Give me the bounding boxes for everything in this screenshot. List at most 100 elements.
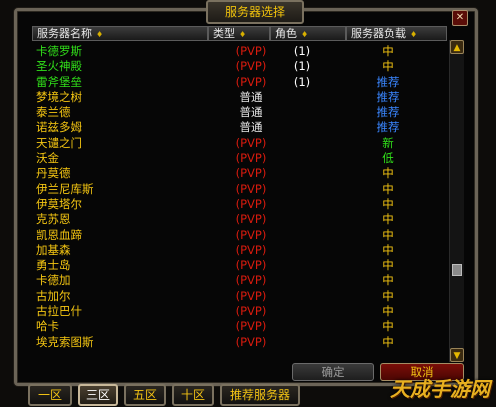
table-row[interactable]: 埃克索图斯 (PVP) 中 bbox=[34, 335, 444, 350]
server-type: 普通 bbox=[239, 89, 263, 104]
table-row[interactable]: 加基森 (PVP) 中 bbox=[34, 243, 444, 258]
server-load: 新 bbox=[382, 135, 394, 150]
sort-icon: ♦ bbox=[239, 30, 247, 39]
watermark-logo: 天成手游网 bbox=[390, 377, 490, 401]
table-row[interactable]: 沃金 (PVP) 低 bbox=[34, 151, 444, 166]
table-row[interactable]: 古加尔 (PVP) 中 bbox=[34, 289, 444, 304]
table-row[interactable]: 雷斧堡垒 (PVP) (1) 推荐 bbox=[34, 75, 444, 90]
server-name: 梦境之树 bbox=[36, 89, 82, 104]
server-load: 中 bbox=[382, 227, 394, 242]
server-type: (PVP) bbox=[235, 319, 267, 334]
server-load: 中 bbox=[382, 196, 394, 211]
server-name: 克苏恩 bbox=[36, 212, 71, 227]
table-row[interactable]: 天谴之门 (PVP) 新 bbox=[34, 136, 444, 151]
column-header-name[interactable]: 服务器名称 ♦ bbox=[32, 26, 208, 41]
server-load: 推荐 bbox=[376, 74, 400, 89]
server-name: 古加尔 bbox=[36, 288, 71, 303]
table-row[interactable]: 伊兰尼库斯 (PVP) 中 bbox=[34, 182, 444, 197]
server-name: 勇士岛 bbox=[36, 258, 71, 273]
server-type: (PVP) bbox=[235, 334, 267, 349]
server-name: 卡德加 bbox=[36, 273, 71, 288]
column-header-type[interactable]: 类型 ♦ bbox=[208, 26, 270, 41]
table-row[interactable]: 圣火神殿 (PVP) (1) 中 bbox=[34, 59, 444, 74]
tab-recommended-servers[interactable]: 推荐服务器 bbox=[220, 384, 300, 406]
server-load: 推荐 bbox=[376, 105, 400, 120]
server-type: (PVP) bbox=[235, 258, 267, 273]
server-name: 天谴之门 bbox=[36, 135, 82, 150]
scroll-up-icon[interactable]: ▲ bbox=[450, 40, 464, 54]
server-name: 卡德罗斯 bbox=[36, 44, 82, 58]
close-icon[interactable]: ✕ bbox=[452, 10, 468, 26]
server-load: 推荐 bbox=[376, 89, 400, 104]
server-name: 沃金 bbox=[36, 151, 59, 166]
server-name: 埃克索图斯 bbox=[36, 334, 94, 349]
column-header-character[interactable]: 角色 ♦ bbox=[270, 26, 346, 41]
column-header-row: 服务器名称 ♦ 类型 ♦ 角色 ♦ 服务器负载 ♦ bbox=[32, 26, 447, 41]
table-row[interactable]: 古拉巴什 (PVP) 中 bbox=[34, 304, 444, 319]
server-load: 中 bbox=[382, 212, 394, 227]
column-header-load[interactable]: 服务器负载 ♦ bbox=[346, 26, 447, 41]
table-row[interactable]: 诺兹多姆 普通 推荐 bbox=[34, 120, 444, 135]
server-name: 雷斧堡垒 bbox=[36, 74, 82, 89]
server-name: 凯恩血蹄 bbox=[36, 227, 82, 242]
character-count: (1) bbox=[293, 44, 311, 58]
tab-zone-1[interactable]: 一区 bbox=[28, 384, 72, 406]
scrollbar[interactable]: ▲ ▼ bbox=[449, 40, 464, 362]
server-load: 中 bbox=[382, 304, 394, 319]
table-row[interactable]: 伊莫塔尔 (PVP) 中 bbox=[34, 197, 444, 212]
server-type: (PVP) bbox=[235, 273, 267, 288]
table-row[interactable]: 梦境之树 普通 推荐 bbox=[34, 90, 444, 105]
table-row[interactable]: 凯恩血蹄 (PVP) 中 bbox=[34, 228, 444, 243]
table-row[interactable]: 哈卡 (PVP) 中 bbox=[34, 319, 444, 334]
server-type: (PVP) bbox=[235, 212, 267, 227]
server-type: (PVP) bbox=[235, 242, 267, 257]
server-name: 加基森 bbox=[36, 242, 71, 257]
server-name: 伊兰尼库斯 bbox=[36, 181, 94, 196]
confirm-button[interactable]: 确定 bbox=[292, 363, 374, 381]
column-header-character-label: 角色 bbox=[275, 27, 297, 40]
server-name: 哈卡 bbox=[36, 319, 59, 334]
server-type: (PVP) bbox=[235, 135, 267, 150]
table-row[interactable]: 卡德加 (PVP) 中 bbox=[34, 273, 444, 288]
column-header-name-label: 服务器名称 bbox=[37, 27, 92, 40]
sort-icon: ♦ bbox=[301, 30, 309, 39]
server-load: 中 bbox=[382, 273, 394, 288]
server-load: 中 bbox=[382, 181, 394, 196]
table-row[interactable]: 勇士岛 (PVP) 中 bbox=[34, 258, 444, 273]
server-type: (PVP) bbox=[235, 181, 267, 196]
server-load: 中 bbox=[382, 59, 394, 74]
server-type: 普通 bbox=[239, 120, 263, 135]
tab-zone-10[interactable]: 十区 bbox=[172, 384, 214, 406]
server-type: (PVP) bbox=[235, 304, 267, 319]
character-count: (1) bbox=[293, 59, 311, 74]
server-load: 推荐 bbox=[376, 120, 400, 135]
server-load: 低 bbox=[382, 151, 394, 166]
tab-zone-5[interactable]: 五区 bbox=[124, 384, 166, 406]
server-type: (PVP) bbox=[235, 59, 267, 74]
server-load: 中 bbox=[382, 242, 394, 257]
server-name: 丹莫德 bbox=[36, 166, 71, 181]
server-type: (PVP) bbox=[235, 151, 267, 166]
server-type: (PVP) bbox=[235, 166, 267, 181]
window-title: 服务器选择 bbox=[206, 0, 304, 24]
server-load: 中 bbox=[382, 166, 394, 181]
server-name: 圣火神殿 bbox=[36, 59, 82, 74]
tab-zone-3[interactable]: 三区 bbox=[78, 384, 118, 406]
server-name: 泰兰德 bbox=[36, 105, 71, 120]
server-load: 中 bbox=[382, 44, 394, 58]
table-row[interactable]: 卡德罗斯 (PVP) (1) 中 bbox=[34, 44, 444, 59]
server-name: 古拉巴什 bbox=[36, 304, 82, 319]
character-count: (1) bbox=[293, 74, 311, 89]
table-row[interactable]: 克苏恩 (PVP) 中 bbox=[34, 212, 444, 227]
scrollbar-thumb[interactable] bbox=[452, 264, 462, 276]
server-type: (PVP) bbox=[235, 288, 267, 303]
server-load: 中 bbox=[382, 334, 394, 349]
column-header-type-label: 类型 bbox=[213, 27, 235, 40]
table-row[interactable]: 泰兰德 普通 推荐 bbox=[34, 105, 444, 120]
server-type: (PVP) bbox=[235, 196, 267, 211]
scroll-down-icon[interactable]: ▼ bbox=[450, 348, 464, 362]
server-load: 中 bbox=[382, 319, 394, 334]
server-name: 诺兹多姆 bbox=[36, 120, 82, 135]
server-load: 中 bbox=[382, 288, 394, 303]
table-row[interactable]: 丹莫德 (PVP) 中 bbox=[34, 166, 444, 181]
